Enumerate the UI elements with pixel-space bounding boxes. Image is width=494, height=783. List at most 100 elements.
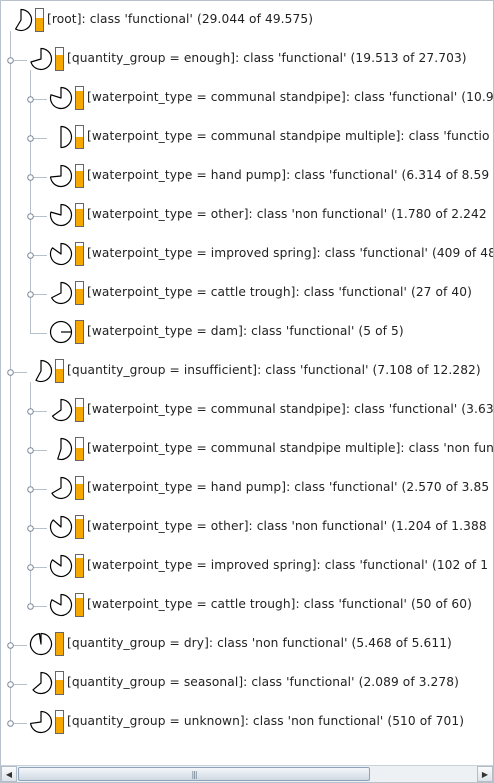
expand-toggle-icon[interactable] bbox=[7, 720, 14, 727]
tree-node[interactable]: [quantity_group = insufficient]: class '… bbox=[1, 352, 493, 391]
tree-node-label: [waterpoint_type = cattle trough]: class… bbox=[87, 285, 472, 299]
support-bar bbox=[75, 593, 84, 617]
class-distribution-pie-icon bbox=[29, 359, 53, 383]
collapse-toggle-icon[interactable] bbox=[27, 564, 34, 571]
support-bar-fill bbox=[76, 484, 83, 499]
tree-panel: [root]: class 'functional' (29.044 of 49… bbox=[0, 0, 494, 783]
collapse-toggle-icon[interactable] bbox=[7, 369, 14, 376]
collapse-toggle-icon[interactable] bbox=[27, 252, 34, 259]
support-bar-fill bbox=[76, 597, 83, 616]
support-bar-fill bbox=[76, 208, 83, 226]
arrow-left-icon: ◀ bbox=[5, 769, 13, 779]
support-bar-fill bbox=[76, 518, 83, 538]
class-distribution-pie-icon bbox=[49, 203, 73, 227]
support-bar bbox=[75, 515, 84, 539]
support-bar bbox=[55, 632, 64, 656]
tree-node-label: [quantity_group = insufficient]: class '… bbox=[67, 363, 481, 377]
tree-node-label: [waterpoint_type = improved spring]: cla… bbox=[87, 558, 489, 572]
tree-node[interactable]: [waterpoint_type = other]: class 'non fu… bbox=[1, 196, 493, 235]
support-bar-fill bbox=[56, 679, 63, 694]
tree-node[interactable]: [waterpoint_type = improved spring]: cla… bbox=[1, 547, 493, 586]
tree-node[interactable]: [quantity_group = enough]: class 'functi… bbox=[1, 40, 493, 79]
tree-node[interactable]: [waterpoint_type = communal standpipe]: … bbox=[1, 79, 493, 118]
tree-node-label: [quantity_group = dry]: class 'non funct… bbox=[67, 636, 452, 650]
support-bar-fill bbox=[56, 369, 63, 382]
grip-icon: ||| bbox=[191, 769, 197, 779]
tree-node[interactable]: [waterpoint_type = improved spring]: cla… bbox=[1, 235, 493, 274]
tree-node-label: [waterpoint_type = other]: class 'non fu… bbox=[87, 519, 487, 533]
decision-tree-view[interactable]: [root]: class 'functional' (29.044 of 49… bbox=[1, 1, 493, 765]
collapse-toggle-icon[interactable] bbox=[27, 408, 34, 415]
tree-node[interactable]: [quantity_group = dry]: class 'non funct… bbox=[1, 625, 493, 664]
collapse-toggle-icon[interactable] bbox=[27, 96, 34, 103]
support-bar bbox=[75, 164, 84, 188]
tree-node[interactable]: [waterpoint_type = communal standpipe]: … bbox=[1, 391, 493, 430]
class-distribution-pie-icon bbox=[9, 8, 33, 32]
horizontal-scrollbar[interactable]: ◀ ||| ▶ bbox=[1, 765, 493, 782]
support-bar-fill bbox=[56, 633, 63, 655]
support-bar bbox=[75, 320, 84, 344]
expand-toggle-icon[interactable] bbox=[7, 642, 14, 649]
tree-node-label: [waterpoint_type = other]: class 'non fu… bbox=[87, 207, 487, 221]
scroll-right-button[interactable]: ▶ bbox=[477, 766, 493, 782]
support-bar-fill bbox=[56, 54, 63, 70]
support-bar-fill bbox=[76, 289, 83, 304]
tree-node[interactable]: [waterpoint_type = communal standpipe mu… bbox=[1, 118, 493, 157]
tree-node-label: [waterpoint_type = hand pump]: class 'fu… bbox=[87, 480, 490, 494]
tree-connector bbox=[30, 333, 47, 334]
tree-node[interactable]: [quantity_group = seasonal]: class 'func… bbox=[1, 664, 493, 703]
class-distribution-pie-icon bbox=[49, 398, 73, 422]
support-bar bbox=[55, 671, 64, 695]
support-bar bbox=[75, 125, 84, 149]
support-bar bbox=[75, 242, 84, 266]
tree-node[interactable]: [waterpoint_type = dam]: class 'function… bbox=[1, 313, 493, 352]
tree-node[interactable]: [waterpoint_type = hand pump]: class 'fu… bbox=[1, 469, 493, 508]
tree-node-label: [waterpoint_type = communal standpipe]: … bbox=[87, 90, 493, 104]
collapse-toggle-icon[interactable] bbox=[27, 525, 34, 532]
tree-node[interactable]: [quantity_group = unknown]: class 'non f… bbox=[1, 703, 493, 742]
class-distribution-pie-icon bbox=[49, 125, 73, 149]
scroll-thumb[interactable]: ||| bbox=[18, 767, 370, 781]
tree-node[interactable]: [waterpoint_type = cattle trough]: class… bbox=[1, 274, 493, 313]
collapse-toggle-icon[interactable] bbox=[27, 291, 34, 298]
support-bar-fill bbox=[76, 406, 83, 421]
support-bar-fill bbox=[76, 558, 83, 577]
support-bar bbox=[35, 8, 44, 32]
collapse-toggle-icon[interactable] bbox=[27, 447, 34, 454]
class-distribution-pie-icon bbox=[49, 281, 73, 305]
collapse-toggle-icon[interactable] bbox=[27, 213, 34, 220]
class-distribution-pie-icon bbox=[49, 554, 73, 578]
support-bar-fill bbox=[76, 246, 83, 265]
collapse-toggle-icon[interactable] bbox=[27, 135, 34, 142]
class-distribution-pie-icon bbox=[49, 164, 73, 188]
tree-node[interactable]: [root]: class 'functional' (29.044 of 49… bbox=[1, 1, 493, 40]
collapse-toggle-icon[interactable] bbox=[7, 57, 14, 64]
tree-node[interactable]: [waterpoint_type = cattle trough]: class… bbox=[1, 586, 493, 625]
support-bar bbox=[75, 437, 84, 461]
tree-node-label: [waterpoint_type = hand pump]: class 'fu… bbox=[87, 168, 490, 182]
class-distribution-pie-icon bbox=[49, 242, 73, 266]
collapse-toggle-icon[interactable] bbox=[27, 174, 34, 181]
collapse-toggle-icon[interactable] bbox=[27, 486, 34, 493]
support-bar bbox=[75, 86, 84, 110]
class-distribution-pie-icon bbox=[29, 632, 53, 656]
tree-node[interactable]: [waterpoint_type = other]: class 'non fu… bbox=[1, 508, 493, 547]
expand-toggle-icon[interactable] bbox=[7, 681, 14, 688]
collapse-toggle-icon[interactable] bbox=[27, 603, 34, 610]
support-bar bbox=[75, 281, 84, 305]
class-distribution-pie-icon bbox=[49, 515, 73, 539]
class-distribution-pie-icon bbox=[29, 671, 53, 695]
tree-node-label: [waterpoint_type = dam]: class 'function… bbox=[87, 324, 404, 338]
tree-node[interactable]: [waterpoint_type = communal standpipe mu… bbox=[1, 430, 493, 469]
support-bar bbox=[55, 359, 64, 383]
scroll-left-button[interactable]: ◀ bbox=[1, 766, 17, 782]
tree-node[interactable]: [waterpoint_type = hand pump]: class 'fu… bbox=[1, 157, 493, 196]
support-bar-fill bbox=[56, 716, 63, 733]
support-bar bbox=[55, 710, 64, 734]
support-bar bbox=[75, 476, 84, 500]
support-bar-fill bbox=[76, 170, 83, 187]
class-distribution-pie-icon bbox=[29, 710, 53, 734]
support-bar-fill bbox=[76, 91, 83, 109]
support-bar bbox=[55, 47, 64, 71]
support-bar-fill bbox=[36, 18, 43, 31]
